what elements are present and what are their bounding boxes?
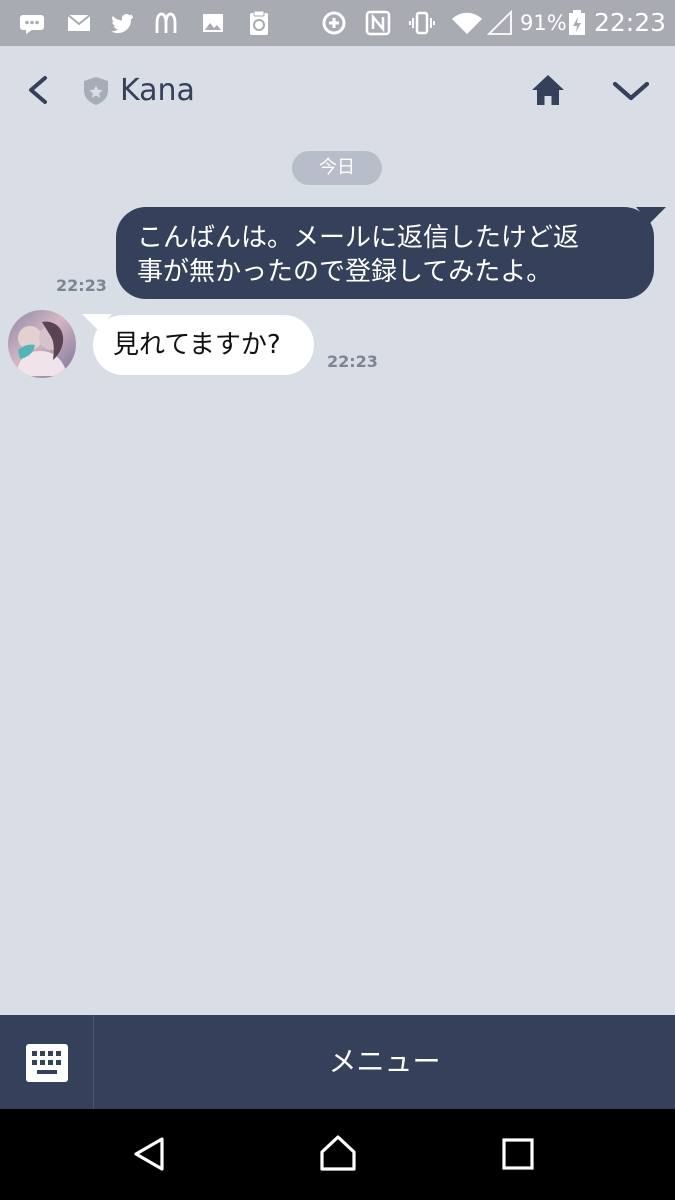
date-separator: 今日: [292, 151, 382, 185]
back-button[interactable]: [20, 70, 56, 110]
outgoing-message-bubble[interactable]: こんばんは。メールに返信したけど返 事が無かったので登録してみたよ。: [116, 207, 654, 299]
message-text-line: 事が無かったので登録してみたよ。: [137, 257, 553, 287]
incoming-message-bubble[interactable]: 見れてますか?: [93, 315, 314, 375]
clipboard-icon: [250, 10, 268, 35]
nav-home-icon[interactable]: [318, 1133, 358, 1173]
status-time: 22:23: [594, 8, 667, 37]
chat-bubble-icon: [20, 15, 44, 34]
battery-charging-icon: [569, 10, 585, 35]
menu-button[interactable]: メニュー: [94, 1015, 675, 1109]
nav-recent-icon[interactable]: [501, 1137, 535, 1171]
nav-back-icon[interactable]: [129, 1135, 167, 1173]
mcdonalds-logo-icon: [155, 12, 177, 33]
vibrate-icon: [409, 11, 435, 35]
message-timestamp: 22:23: [56, 276, 107, 295]
chevron-down-button[interactable]: [610, 72, 652, 110]
status-bar: 91% 22:23: [0, 0, 675, 46]
message-text-line: こんばんは。メールに返信したけど返: [137, 223, 580, 253]
nfc-icon: [365, 10, 391, 36]
keyboard-button[interactable]: [0, 1015, 94, 1109]
battery-percentage: 91%: [520, 11, 567, 35]
chat-header: Kana: [0, 46, 675, 136]
image-icon: [203, 14, 223, 32]
wifi-icon: [452, 12, 482, 34]
outgoing-bubble-tail: [636, 207, 666, 223]
home-button[interactable]: [528, 70, 568, 110]
avatar[interactable]: [8, 310, 76, 378]
navigation-bar: [0, 1109, 675, 1200]
incoming-bubble-tail: [82, 314, 112, 330]
keyboard-icon: [26, 1044, 68, 1082]
twitter-bird-icon: [111, 14, 133, 34]
signal-icon: [486, 9, 512, 35]
data-saver-icon: [322, 11, 346, 35]
avatar-photo: [16, 321, 68, 376]
bottom-menu-bar: メニュー: [0, 1015, 675, 1109]
official-shield-icon: [84, 77, 108, 105]
message-timestamp: 22:23: [327, 352, 378, 371]
chat-title: Kana: [120, 73, 195, 108]
mail-icon: [67, 14, 91, 31]
